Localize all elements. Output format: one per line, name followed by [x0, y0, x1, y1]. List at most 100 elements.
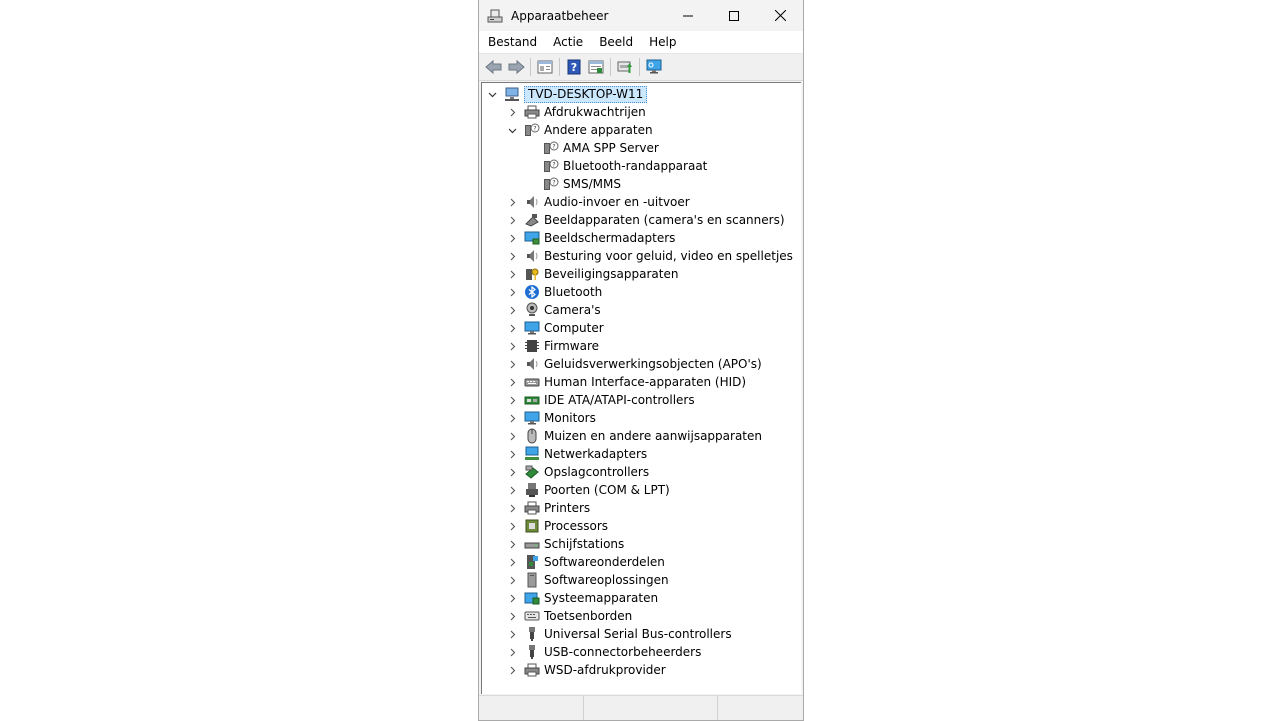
tree-item[interactable]: Human Interface-apparaten (HID) — [506, 373, 746, 391]
tree-item-label: Softwareonderdelen — [544, 555, 665, 569]
view-button[interactable] — [585, 56, 607, 78]
tree-item[interactable]: Audio-invoer en -uitvoer — [506, 193, 690, 211]
tree-item-label: Schijfstations — [544, 537, 625, 551]
chevron-right-icon[interactable] — [506, 265, 518, 283]
chevron-right-icon[interactable] — [506, 589, 518, 607]
tree-item[interactable]: USB-connectorbeheerders — [506, 643, 701, 661]
forward-button[interactable] — [505, 56, 527, 78]
tree-item[interactable]: Beeldschermadapters — [506, 229, 675, 247]
close-button[interactable] — [757, 0, 803, 31]
chevron-right-icon[interactable] — [506, 193, 518, 211]
properties-button[interactable] — [534, 56, 556, 78]
tree-root[interactable]: TVD-DESKTOP-W11 — [486, 85, 648, 103]
tree-item[interactable]: ? SMS/MMS — [525, 175, 621, 193]
tree-item[interactable]: Opslagcontrollers — [506, 463, 649, 481]
maximize-button[interactable] — [711, 0, 757, 31]
scan-hardware-button[interactable] — [643, 56, 665, 78]
chevron-right-icon[interactable] — [506, 571, 518, 589]
title-bar[interactable]: Apparaatbeheer — [479, 0, 803, 31]
tree-item[interactable]: Schijfstations — [506, 535, 624, 553]
tree-item[interactable]: Beeldapparaten (camera's en scanners) — [506, 211, 785, 229]
tree-item-label: Beveiligingsapparaten — [544, 267, 679, 281]
unknown-device-icon: ? — [543, 140, 559, 156]
chevron-right-icon[interactable] — [506, 517, 518, 535]
tree-item[interactable]: Printers — [506, 499, 590, 517]
chevron-right-icon[interactable] — [506, 553, 518, 571]
printer-icon — [524, 104, 540, 120]
tree-item[interactable]: ? Bluetooth-randapparaat — [525, 157, 707, 175]
hid-icon — [524, 374, 540, 390]
back-button[interactable] — [483, 56, 505, 78]
chip-icon — [524, 338, 540, 354]
chevron-right-icon[interactable] — [506, 103, 518, 121]
tree-item[interactable]: Besturing voor geluid, video en spelletj… — [506, 247, 793, 265]
minimize-button[interactable] — [665, 0, 711, 31]
tree-item[interactable]: WSD-afdrukprovider — [506, 661, 666, 679]
menu-bestand[interactable]: Bestand — [481, 31, 544, 53]
tree-item-label: Beeldapparaten (camera's en scanners) — [544, 213, 785, 227]
chevron-down-icon[interactable] — [506, 121, 518, 139]
chevron-right-icon[interactable] — [506, 661, 518, 679]
chevron-right-icon[interactable] — [506, 625, 518, 643]
chevron-right-icon[interactable] — [506, 481, 518, 499]
chevron-right-icon[interactable] — [506, 283, 518, 301]
tree-item[interactable]: Systeemapparaten — [506, 589, 658, 607]
chevron-right-icon[interactable] — [506, 301, 518, 319]
tree-item[interactable]: Softwareonderdelen — [506, 553, 665, 571]
tree-item-label: Muizen en andere aanwijsapparaten — [544, 429, 762, 443]
chevron-right-icon[interactable] — [506, 373, 518, 391]
tree-item[interactable]: Universal Serial Bus-controllers — [506, 625, 732, 643]
menu-help[interactable]: Help — [642, 31, 683, 53]
chevron-right-icon[interactable] — [506, 535, 518, 553]
tree-item[interactable]: Processors — [506, 517, 608, 535]
chevron-right-icon[interactable] — [506, 463, 518, 481]
chevron-right-icon[interactable] — [506, 355, 518, 373]
chevron-right-icon[interactable] — [506, 427, 518, 445]
chevron-right-icon[interactable] — [506, 445, 518, 463]
storage-controller-icon — [524, 464, 540, 480]
chevron-right-icon[interactable] — [506, 499, 518, 517]
properties-icon — [537, 59, 553, 75]
menu-beeld[interactable]: Beeld — [592, 31, 640, 53]
status-segment — [584, 696, 718, 720]
tree-item[interactable]: Camera's — [506, 301, 601, 319]
chevron-right-icon[interactable] — [506, 391, 518, 409]
disk-drive-icon — [524, 536, 540, 552]
tree-item[interactable]: IDE ATA/ATAPI-controllers — [506, 391, 695, 409]
tree-item-label: Afdrukwachtrijen — [544, 105, 646, 119]
tree-item[interactable]: Beveiligingsapparaten — [506, 265, 678, 283]
help-button[interactable]: ? — [563, 56, 585, 78]
tree-item[interactable]: Bluetooth — [506, 283, 602, 301]
chevron-right-icon[interactable] — [506, 607, 518, 625]
chevron-right-icon[interactable] — [506, 409, 518, 427]
tree-item[interactable]: Afdrukwachtrijen — [506, 103, 646, 121]
tree-item[interactable]: ? AMA SPP Server — [525, 139, 659, 157]
tree-item-label: Firmware — [544, 339, 599, 353]
chevron-right-icon[interactable] — [506, 229, 518, 247]
tree-item[interactable]: Computer — [506, 319, 604, 337]
device-tree[interactable]: TVD-DESKTOP-W11 Afdrukwachtrijen ? Andere a… — [481, 82, 801, 694]
monitor-icon — [524, 410, 540, 426]
tree-item[interactable]: Poorten (COM & LPT) — [506, 481, 670, 499]
chevron-right-icon[interactable] — [506, 319, 518, 337]
tree-item[interactable]: Firmware — [506, 337, 599, 355]
tree-item[interactable]: Toetsenborden — [506, 607, 632, 625]
menu-actie[interactable]: Actie — [546, 31, 590, 53]
chevron-right-icon[interactable] — [506, 211, 518, 229]
tree-item[interactable]: Softwareoplossingen — [506, 571, 669, 589]
tree-item-label: TVD-DESKTOP-W11 — [524, 85, 648, 103]
update-driver-button[interactable] — [614, 56, 636, 78]
tree-item[interactable]: Muizen en andere aanwijsapparaten — [506, 427, 762, 445]
chevron-right-icon[interactable] — [506, 643, 518, 661]
tree-item[interactable]: Monitors — [506, 409, 596, 427]
chevron-right-icon[interactable] — [506, 337, 518, 355]
chevron-right-icon[interactable] — [506, 247, 518, 265]
tree-item[interactable]: ? Andere apparaten — [506, 121, 653, 139]
tree-item[interactable]: Geluidsverwerkingsobjecten (APO's) — [506, 355, 762, 373]
tree-item[interactable]: Netwerkadapters — [506, 445, 647, 463]
chevron-down-icon[interactable] — [486, 85, 498, 103]
tree-item-label: Universal Serial Bus-controllers — [544, 627, 732, 641]
printer-icon — [524, 662, 540, 678]
usb-icon — [524, 644, 540, 660]
